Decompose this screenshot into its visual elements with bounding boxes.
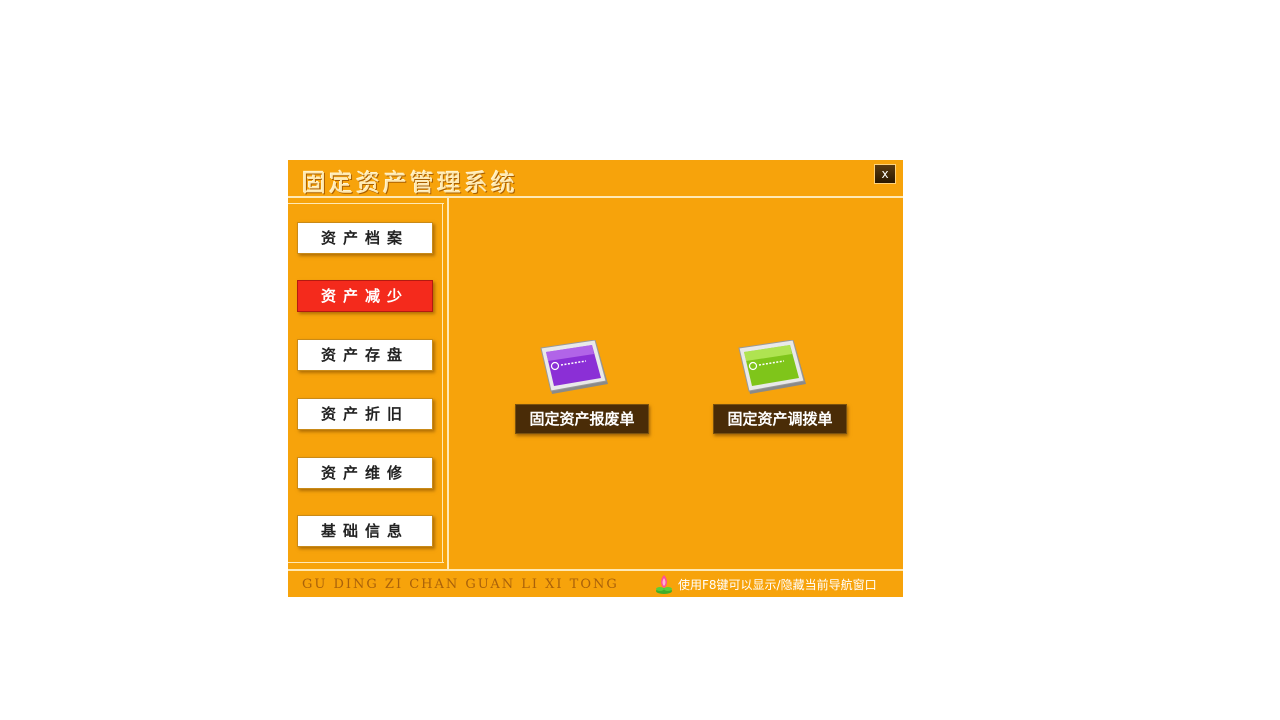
nav-asset-maintenance-button[interactable]: 资产维修 bbox=[297, 457, 433, 489]
nav-asset-inventory-button[interactable]: 资产存盘 bbox=[297, 339, 433, 371]
footer-pinyin: GU DING ZI CHAN GUAN LI XI TONG bbox=[302, 577, 619, 592]
close-button[interactable]: x bbox=[874, 164, 896, 184]
transfer-form-button[interactable]: 固定资产调拨单 bbox=[713, 404, 847, 434]
lotus-icon bbox=[656, 575, 672, 594]
app-window: 固定资产管理系统 x 资产档案 资产减少 资产存盘 资产折旧 资产维修 基础信息… bbox=[288, 160, 903, 597]
sidebar-divider bbox=[447, 196, 449, 569]
app-title: 固定资产管理系统 bbox=[302, 169, 518, 197]
title-bar: 固定资产管理系统 x bbox=[288, 160, 903, 197]
nav-basic-info-button[interactable]: 基础信息 bbox=[297, 515, 433, 547]
sidebar-right-border bbox=[442, 203, 443, 563]
sidebar-bottom-border bbox=[288, 562, 444, 563]
title-divider bbox=[288, 196, 903, 198]
scrap-form-button[interactable]: 固定资产报废单 bbox=[515, 404, 649, 434]
green-document-icon[interactable] bbox=[736, 340, 808, 400]
nav-asset-archive-button[interactable]: 资产档案 bbox=[297, 222, 433, 254]
footer-hint: 使用F8键可以显示/隐藏当前导航窗口 bbox=[678, 578, 877, 592]
nav-asset-reduction-button[interactable]: 资产减少 bbox=[297, 280, 433, 312]
purple-document-icon[interactable] bbox=[538, 340, 610, 400]
nav-asset-depreciation-button[interactable]: 资产折旧 bbox=[297, 398, 433, 430]
footer-divider bbox=[288, 569, 903, 571]
sidebar-top-border bbox=[288, 203, 444, 204]
